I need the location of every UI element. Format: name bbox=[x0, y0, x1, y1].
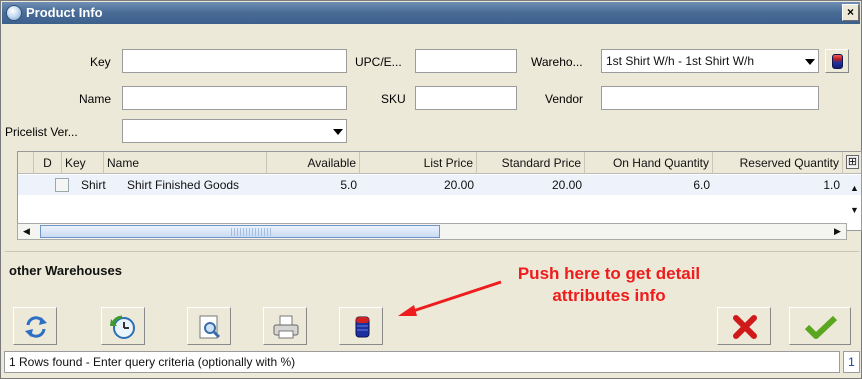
history-icon bbox=[110, 315, 135, 339]
cell-key: Shirt bbox=[81, 178, 106, 192]
divider bbox=[5, 251, 859, 252]
attribute-info-icon bbox=[355, 316, 370, 338]
key-label: Key bbox=[90, 55, 111, 69]
table-header: D Key Name Available List Price Standard… bbox=[18, 152, 861, 174]
scroll-left-icon[interactable]: ◀ bbox=[18, 224, 35, 239]
warehouse-select-value: 1st Shirt W/h - 1st Shirt W/h bbox=[606, 54, 755, 68]
col-key[interactable]: Key bbox=[62, 152, 104, 174]
annotation-text: Push here to get detail attributes info bbox=[469, 263, 749, 307]
upc-label: UPC/E... bbox=[355, 55, 402, 69]
col-reserved-quantity[interactable]: Reserved Quantity bbox=[713, 152, 843, 174]
warehouse-select[interactable]: 1st Shirt W/h - 1st Shirt W/h bbox=[601, 49, 819, 73]
zoom-button[interactable] bbox=[187, 307, 231, 345]
product-table: D Key Name Available List Price Standard… bbox=[17, 151, 862, 231]
print-button[interactable] bbox=[263, 307, 307, 345]
history-button[interactable] bbox=[101, 307, 145, 345]
row-header-col bbox=[18, 152, 34, 174]
print-icon bbox=[273, 315, 299, 339]
scroll-up-icon[interactable]: ▲ bbox=[847, 181, 862, 195]
upc-field[interactable] bbox=[415, 49, 517, 73]
cell-reserved: 1.0 bbox=[823, 178, 840, 192]
pricelist-select[interactable] bbox=[122, 119, 347, 143]
warehouse-label: Wareho... bbox=[531, 55, 583, 69]
name-label: Name bbox=[79, 92, 112, 106]
annotation-line-2: attributes info bbox=[552, 286, 666, 305]
cell-standard-price: 20.00 bbox=[551, 178, 582, 192]
col-available[interactable]: Available bbox=[267, 152, 360, 174]
sku-field[interactable] bbox=[415, 86, 517, 110]
scrollbar-grip bbox=[231, 228, 271, 236]
scrollbar-thumb[interactable] bbox=[40, 225, 440, 238]
app-icon bbox=[6, 5, 22, 21]
warehouse-attribute-button[interactable] bbox=[825, 49, 849, 73]
cancel-button[interactable] bbox=[717, 307, 771, 345]
window-title: Product Info bbox=[26, 5, 103, 20]
scroll-right-icon[interactable]: ▶ bbox=[829, 224, 846, 239]
refresh-button[interactable] bbox=[13, 307, 57, 345]
zoom-icon bbox=[199, 315, 221, 339]
pricelist-label: Pricelist Ver... bbox=[5, 125, 78, 139]
attribute-info-button[interactable] bbox=[339, 307, 383, 345]
ok-button[interactable] bbox=[789, 307, 851, 345]
scroll-down-icon[interactable]: ▼ bbox=[847, 203, 862, 217]
cell-name: Shirt Finished Goods bbox=[127, 178, 240, 192]
cell-available: 5.0 bbox=[340, 178, 357, 192]
status-bar: 1 Rows found - Enter query criteria (opt… bbox=[4, 351, 840, 373]
cancel-icon bbox=[733, 315, 757, 339]
col-standard-price[interactable]: Standard Price bbox=[477, 152, 585, 174]
col-name[interactable]: Name bbox=[104, 152, 267, 174]
refresh-icon bbox=[25, 316, 47, 338]
chevron-down-icon bbox=[333, 129, 343, 135]
close-window-button[interactable]: × bbox=[842, 4, 859, 21]
other-warehouses-title: other Warehouses bbox=[9, 263, 122, 278]
col-d[interactable]: D bbox=[34, 152, 62, 174]
key-field[interactable] bbox=[122, 49, 347, 73]
table-row[interactable]: Shirt Shirt Finished Goods 5.0 20.00 20.… bbox=[18, 175, 861, 195]
product-info-dialog: Product Info × Key UPC/E... Wareho... 1s… bbox=[0, 0, 862, 379]
database-icon bbox=[832, 54, 843, 69]
cell-on-hand: 6.0 bbox=[693, 178, 710, 192]
discontinued-checkbox[interactable] bbox=[55, 178, 69, 192]
chevron-down-icon bbox=[805, 59, 815, 65]
status-count: 1 bbox=[843, 351, 860, 373]
annotation-arrow-icon bbox=[398, 280, 502, 316]
col-on-hand-quantity[interactable]: On Hand Quantity bbox=[585, 152, 713, 174]
ok-icon bbox=[804, 315, 838, 339]
horizontal-scrollbar[interactable]: ◀ ▶ bbox=[17, 223, 847, 240]
vendor-field[interactable] bbox=[601, 86, 819, 110]
vendor-label: Vendor bbox=[545, 92, 584, 106]
annotation-line-1: Push here to get detail bbox=[517, 264, 701, 283]
cell-list-price: 20.00 bbox=[443, 178, 474, 192]
name-field[interactable] bbox=[122, 86, 347, 110]
title-bar: Product Info × bbox=[2, 2, 860, 24]
sku-label: SKU bbox=[381, 92, 406, 106]
column-chooser-icon[interactable]: ⊞ bbox=[846, 155, 859, 169]
col-list-price[interactable]: List Price bbox=[360, 152, 477, 174]
